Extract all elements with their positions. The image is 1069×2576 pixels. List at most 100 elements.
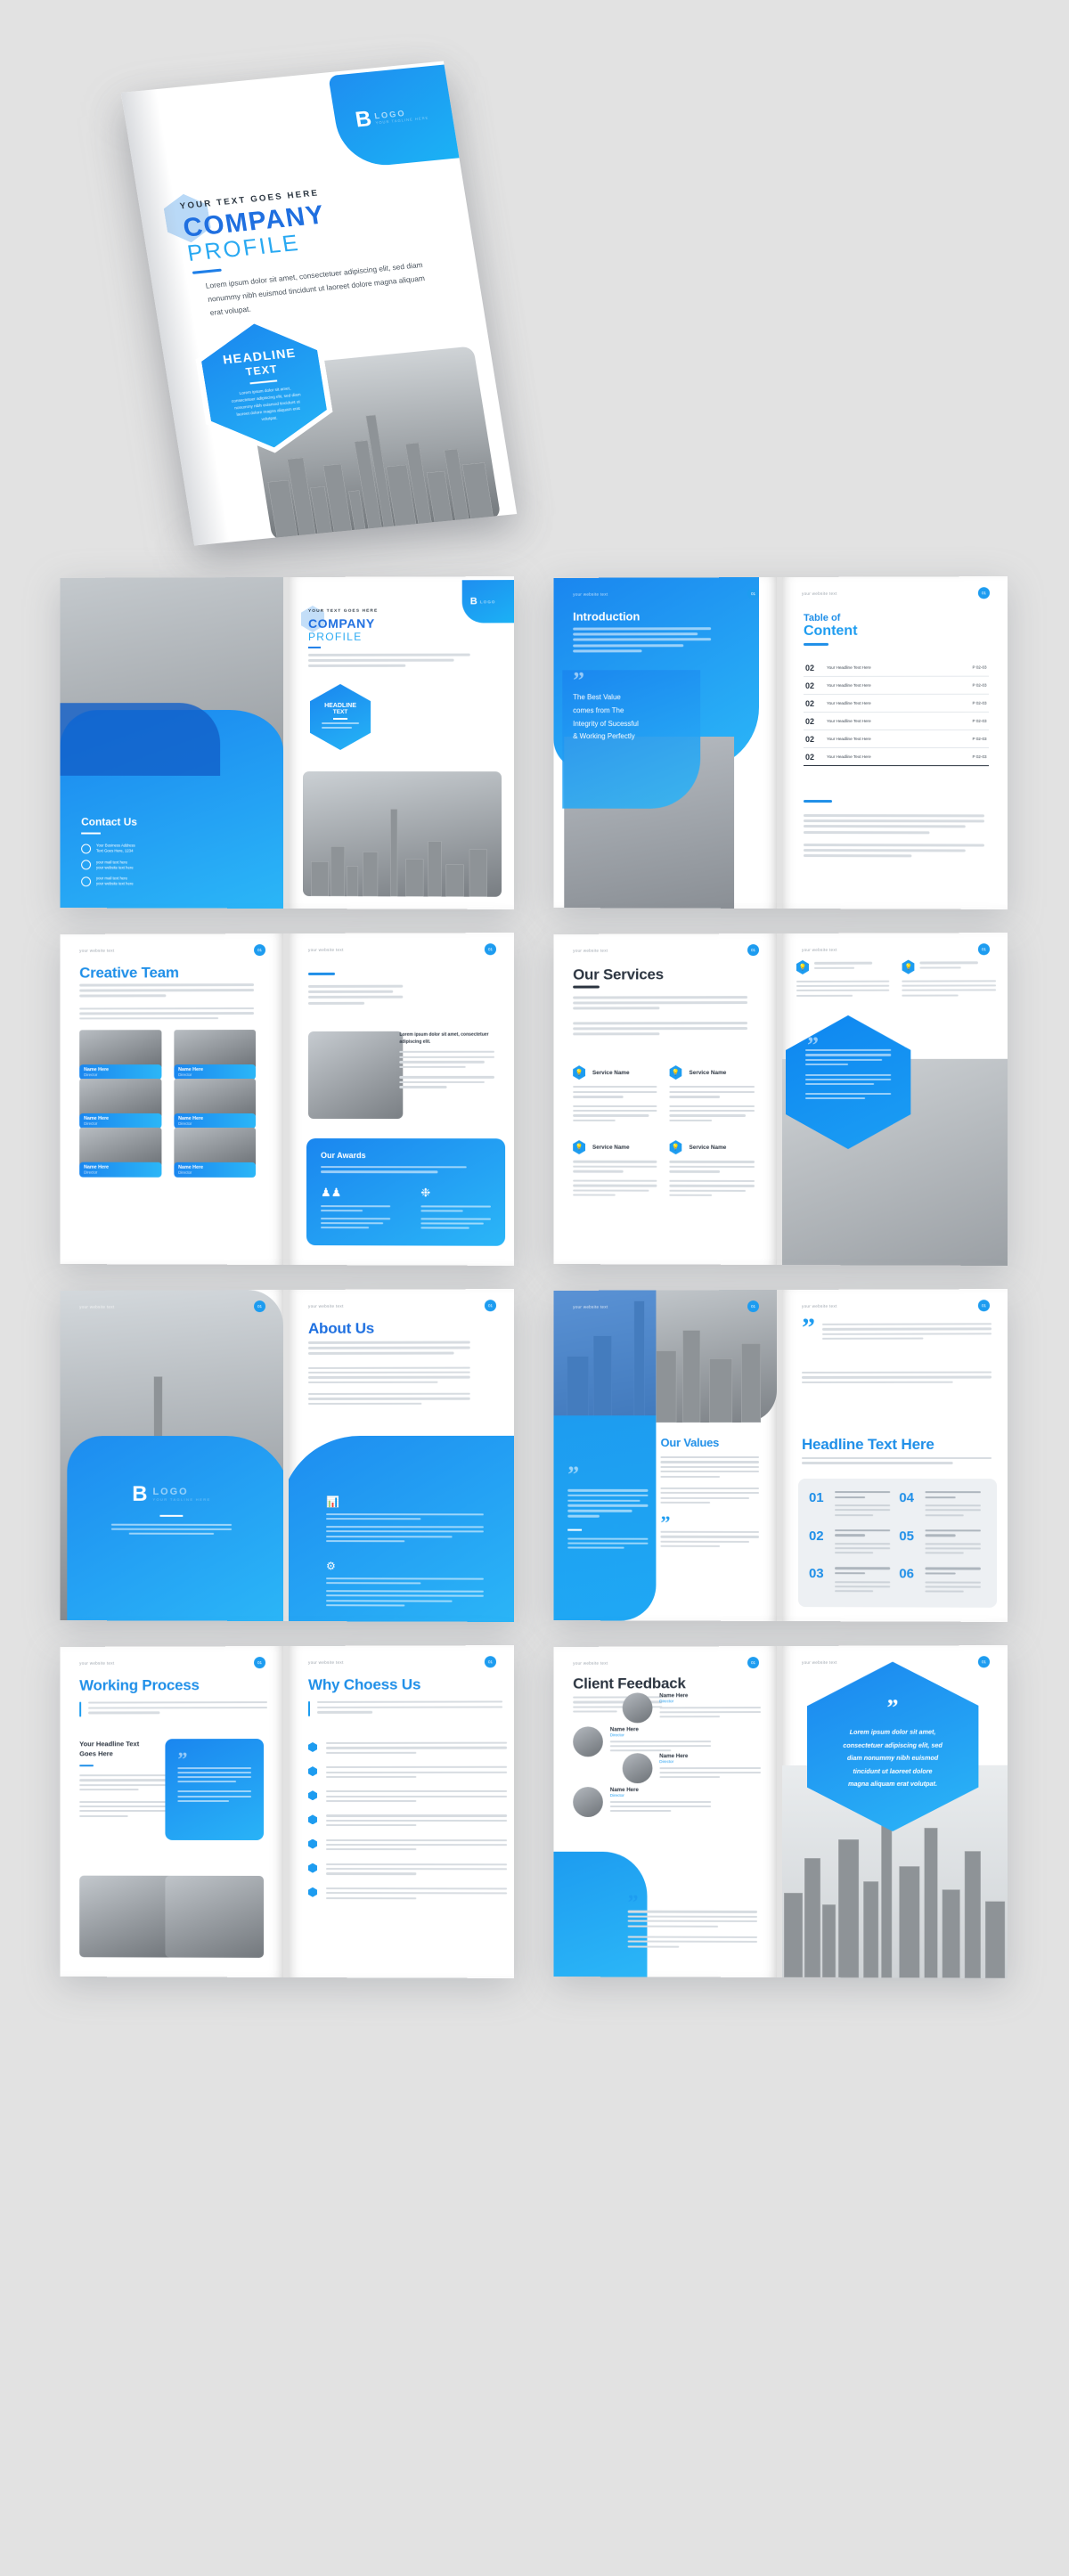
spread-introduction-toc: your website text 01 Introduction ” The … [552, 576, 1008, 909]
why-bullet [308, 1887, 507, 1903]
team-member[interactable]: Name Here Director [79, 1030, 162, 1080]
quote-icon: ” [567, 1461, 580, 1488]
member-avatar [79, 1030, 162, 1070]
member-namecard: Name Here Director [174, 1162, 257, 1178]
toc-page: P 02-03 [972, 700, 987, 705]
pullquote-line3: Integrity of Sucessful [573, 719, 639, 728]
website-watermark: your website text [573, 948, 608, 953]
service-item[interactable]: 💡 Service Name [573, 1140, 657, 1199]
client-card[interactable]: Name Here Director [622, 1753, 762, 1784]
item-number: 06 [899, 1566, 915, 1582]
spread-logo-about: your website text 01 B LOGO YOUR TAGLINE… [59, 1289, 515, 1622]
location-pin-icon [81, 843, 92, 853]
award-badge-icon: ❉ [420, 1185, 431, 1199]
about-feature: 📊 [325, 1496, 485, 1545]
team-member[interactable]: Name Here Director [79, 1079, 162, 1129]
website-watermark: your website text [307, 1659, 344, 1665]
phone-icon [81, 876, 92, 886]
quote-icon: ” [627, 1891, 639, 1915]
why-bullet [308, 1765, 507, 1781]
our-values-page: your website text 01 ” Our Values ” [553, 1290, 778, 1621]
page-number-badge: 01 [747, 944, 760, 957]
page-number-badge: 01 [484, 1300, 497, 1312]
numbered-item: 01 [809, 1490, 891, 1519]
hexagon-bullet-icon [308, 1790, 317, 1800]
team-member[interactable]: Name Here Director [174, 1030, 257, 1080]
headline-body: Lorem ipsum dolor sit amet, consectetuer… [231, 386, 301, 422]
team-member[interactable]: Name Here Director [174, 1127, 257, 1178]
headline-rule [249, 379, 277, 384]
team-network-icon: ⚙ [325, 1559, 336, 1572]
client-avatar [573, 1726, 603, 1757]
member-namecard: Name Here Director [79, 1113, 162, 1129]
toc-row[interactable]: 02 Your Headline Text Here P 02-03 [803, 712, 989, 730]
toc-page: P 02-03 [972, 682, 987, 688]
logo-word: LOGO [479, 599, 496, 604]
client-card[interactable]: Name Here Director [573, 1787, 712, 1817]
spread-feedback-quote: your website text 01 Client Feedback Nam… [552, 1645, 1008, 1978]
client-feedback-page: your website text 01 Client Feedback Nam… [553, 1646, 778, 1977]
about-us-title: About Us [307, 1319, 375, 1337]
website-watermark: your website text [79, 1660, 115, 1666]
headline-line1: HEADLINE [324, 703, 356, 710]
toc-row[interactable]: 02 Your Headline Text Here P 02-03 [803, 658, 989, 677]
accent-bar [79, 1701, 82, 1717]
page-number-badge: 01 [747, 1300, 760, 1313]
logo-lockup: B LOGO YOUR TAGLINE HERE [60, 1482, 283, 1536]
table-of-content-page: your website text 01 Table of Content 02… [781, 576, 1008, 909]
toc-row[interactable]: 02 Your Headline Text Here P 02-03 [803, 676, 989, 695]
page-number-badge: 01 [254, 1300, 266, 1313]
closing-quote-page: your website text 01 ” Lorem ipsum dolor… [781, 1645, 1008, 1978]
numbered-item: 05 [899, 1528, 981, 1557]
toc-row[interactable]: 02 Your Headline Text Here P 02-03 [803, 730, 989, 749]
member-namecard: Name Here Director [79, 1162, 162, 1178]
working-process-page: your website text 01 Working Process You… [60, 1646, 284, 1977]
services-grid: 💡 Service Name 💡 Service Name 💡 Service … [573, 1065, 761, 1199]
quote-icon: ” [886, 1695, 899, 1722]
service-item[interactable]: 💡 Service Name [573, 1065, 657, 1124]
logo-page: your website text 01 B LOGO YOUR TAGLINE… [60, 1290, 284, 1621]
contact-item[interactable]: your mail text here your website text he… [81, 860, 255, 870]
client-avatar [622, 1753, 653, 1784]
website-watermark: your website text [801, 591, 837, 596]
service-item[interactable]: 💡 Service Name [669, 1140, 755, 1199]
hexagon-bullet-icon [308, 1839, 317, 1849]
service-name: Service Name [689, 1144, 727, 1151]
page-number-badge: 01 [977, 943, 991, 956]
team-grid: Name Here Director Name Here Director Na… [79, 1030, 257, 1178]
lightbulb-icon: 💡 [670, 1140, 682, 1154]
accent-bar [307, 1700, 311, 1716]
service-item[interactable]: 💡 Service Name [669, 1065, 755, 1124]
team-member[interactable]: Name Here Director [79, 1127, 162, 1178]
contact-item[interactable]: Your Business Address Text Goes Here, 12… [81, 844, 255, 854]
pullquote-line2: comes from The [573, 705, 624, 714]
toc-row[interactable]: 02 Your Headline Text Here P 02-03 [803, 694, 989, 713]
awards-page: your website text 01 Lorem ipsum dolor s… [288, 933, 515, 1266]
process-quote-card: ” [165, 1739, 265, 1840]
website-watermark: your website text [573, 591, 608, 597]
toc-row[interactable]: 02 Your Headline Text Here P 02-03 [803, 748, 989, 767]
introduction-page: your website text 01 Introduction ” The … [553, 577, 778, 909]
headline-line2: TEXT [332, 709, 348, 716]
desk-photo [307, 1031, 404, 1120]
our-values-title: Our Values [660, 1436, 720, 1450]
numbered-item: 02 [809, 1528, 891, 1557]
cover-rule [192, 268, 222, 274]
website-watermark: your website text [573, 1660, 608, 1666]
page-number-badge: 01 [747, 588, 760, 600]
client-card[interactable]: Name Here Director [622, 1692, 762, 1724]
toc-number: 02 [804, 752, 814, 762]
member-avatar [174, 1127, 257, 1167]
awards-title: Our Awards [320, 1151, 366, 1161]
team-member[interactable]: Name Here Director [174, 1079, 257, 1129]
page-number-badge: 01 [747, 1657, 760, 1669]
spread-process-why: your website text 01 Working Process You… [59, 1645, 515, 1978]
quote-icon: ” [177, 1748, 188, 1771]
cover-city-photo [302, 771, 502, 897]
contact-item[interactable]: your mail text here your website text he… [81, 876, 255, 887]
testimonial-card: 💡 [902, 959, 996, 999]
why-bullet [308, 1863, 507, 1878]
spread-contact-cover: Contact Us Your Business Address Text Go… [59, 576, 515, 909]
spread-row-2: your website text 01 Creative Team Name … [0, 933, 1069, 1290]
hero-cover-mockup: B LOGO YOUR TAGLINE HERE YOUR TEXT GOES … [0, 0, 1069, 588]
